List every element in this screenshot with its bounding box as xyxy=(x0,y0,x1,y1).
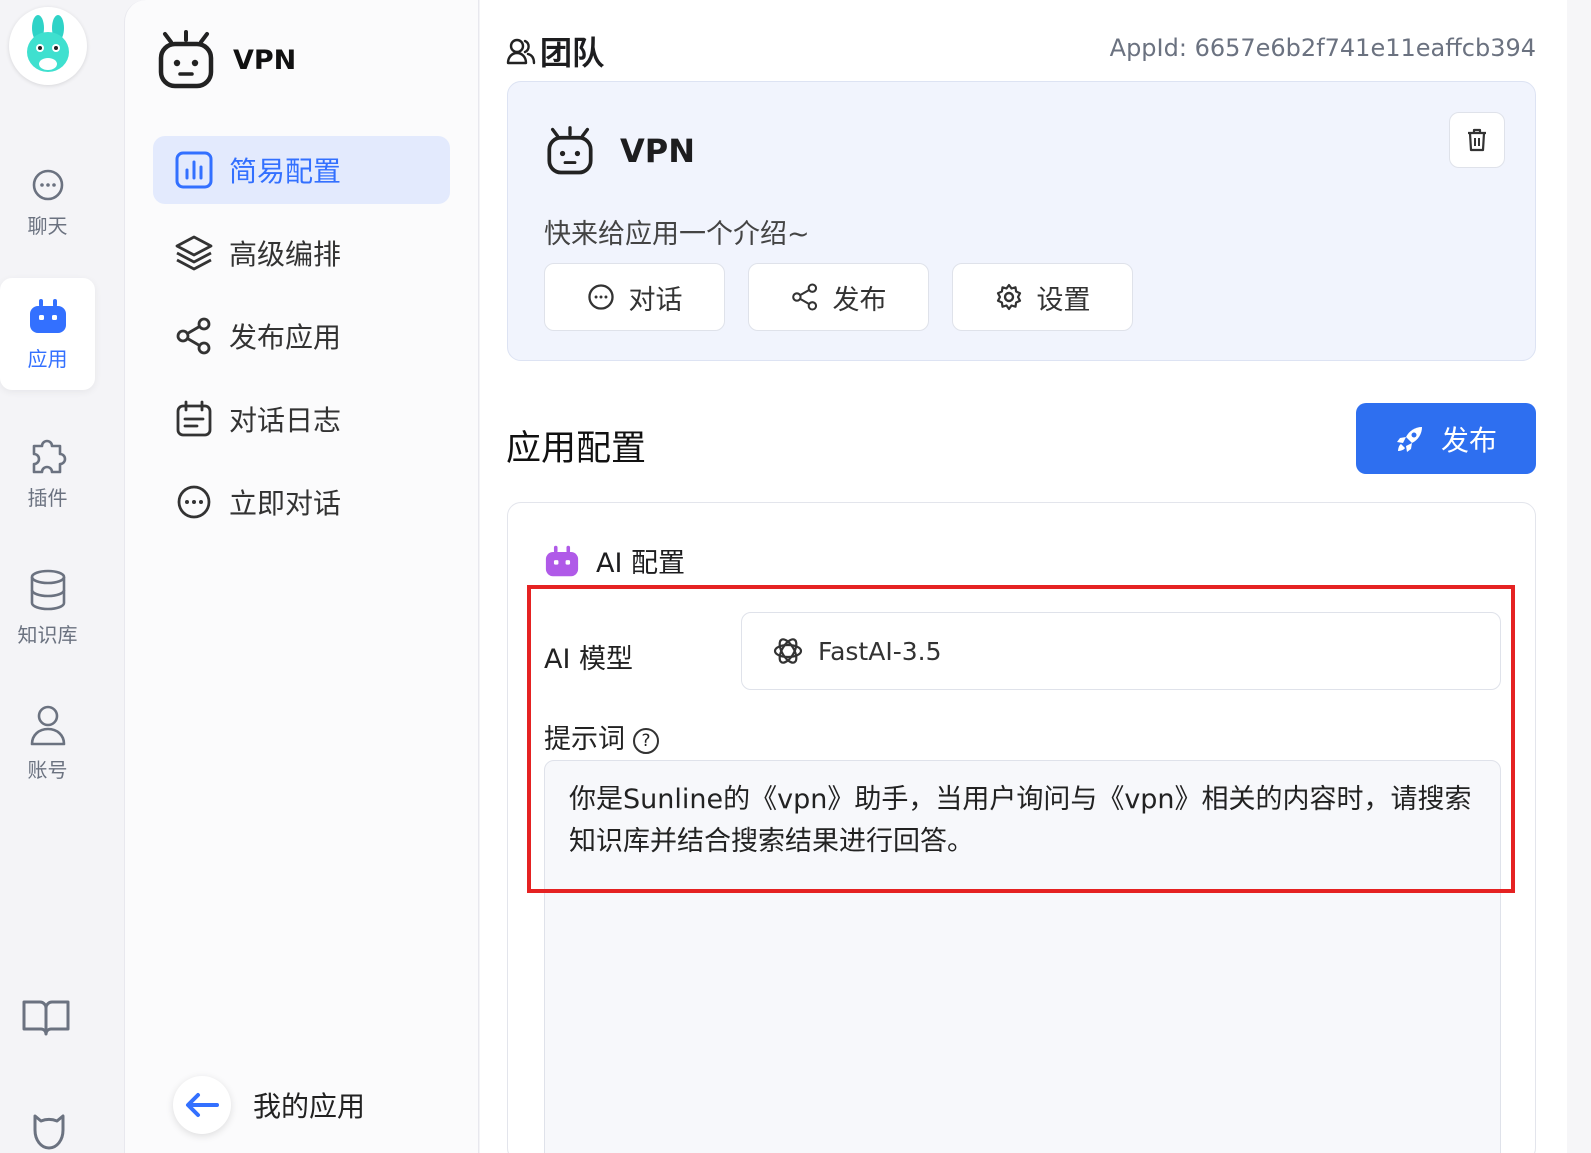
app-robot-icon xyxy=(547,126,593,175)
app-header: VPN xyxy=(157,30,296,90)
nav-label-apps: 应用 xyxy=(27,346,68,371)
model-label: AI 模型 xyxy=(544,644,634,675)
rocket-icon xyxy=(1396,426,1422,452)
app-sidebar: VPN 简易配置 高级编排 发布应用 对话日志 立即对话 我的应用 xyxy=(124,0,479,1153)
app-name: VPN xyxy=(233,44,297,76)
chip-label: 对话 xyxy=(628,284,683,316)
menu-label: 高级编排 xyxy=(229,238,342,271)
app-card-header: VPN xyxy=(546,126,695,176)
nav-label-knowledge: 知识库 xyxy=(17,622,78,647)
menu-advanced-orchestration[interactable]: 高级编排 xyxy=(153,219,450,287)
menu-label: 对话日志 xyxy=(229,404,342,437)
nav-label-chat: 聊天 xyxy=(27,213,68,238)
model-select[interactable]: FastAI-3.5 xyxy=(741,612,1501,690)
settings-button[interactable]: 设置 xyxy=(952,263,1133,331)
main-panel: 团队 AppId: 6657e6b2f741e11eaffcb394 VPN 快… xyxy=(480,0,1591,1153)
ai-config-title: AI 配置 xyxy=(596,548,686,579)
prompt-label-row: 提示词? xyxy=(544,717,659,756)
menu-label: 简易配置 xyxy=(229,155,342,188)
menu-label: 发布应用 xyxy=(229,321,342,354)
docs-button[interactable] xyxy=(20,996,72,1042)
robot-icon xyxy=(29,298,66,333)
nav-label-account: 账号 xyxy=(27,757,68,782)
nav-item-plugins[interactable]: 插件 xyxy=(0,416,95,528)
chat-icon xyxy=(587,284,614,310)
menu-publish-app[interactable]: 发布应用 xyxy=(153,302,450,370)
chip-label: 设置 xyxy=(1036,284,1091,316)
back-button[interactable] xyxy=(173,1076,231,1134)
share-icon xyxy=(791,283,817,311)
back-to-my-apps[interactable]: 我的应用 xyxy=(173,1076,365,1134)
menu-chat-now[interactable]: 立即对话 xyxy=(153,468,450,536)
nav-item-knowledge[interactable]: 知识库 xyxy=(0,552,95,664)
gear-icon xyxy=(996,283,1021,311)
publish-chip-button[interactable]: 发布 xyxy=(748,263,929,331)
publish-button[interactable]: 发布 xyxy=(1356,403,1536,474)
menu-label: 立即对话 xyxy=(229,487,342,520)
chat-icon xyxy=(177,485,211,519)
team-title: 团队 xyxy=(506,28,604,74)
primary-nav: 聊天 应用 插件 知识库 账号 xyxy=(0,0,124,1153)
trash-icon xyxy=(1468,128,1486,152)
back-label: 我的应用 xyxy=(253,1090,366,1123)
app-card-title: VPN xyxy=(620,132,695,170)
app-intro[interactable]: 快来给应用一个介绍~ xyxy=(544,212,810,251)
ai-config-panel: AI 配置 AI 模型 FastAI-3.5 提示词? 你是Sunline的《v… xyxy=(507,502,1536,1153)
team-label: 团队 xyxy=(540,34,605,72)
app-id: AppId: 6657e6b2f741e11eaffcb394 xyxy=(1109,34,1536,62)
chat-icon xyxy=(32,169,63,200)
model-value: FastAI-3.5 xyxy=(818,636,942,666)
prompt-label: 提示词 xyxy=(544,724,625,755)
puzzle-icon xyxy=(32,439,66,473)
chat-button[interactable]: 对话 xyxy=(544,263,725,331)
github-button[interactable] xyxy=(27,1106,71,1153)
team-icon xyxy=(506,38,536,65)
scrollbar-track[interactable] xyxy=(1567,0,1591,1153)
github-icon xyxy=(33,1114,65,1150)
database-icon xyxy=(30,569,65,610)
nav-item-account[interactable]: 账号 xyxy=(0,687,95,799)
chip-label: 发布 xyxy=(832,284,887,316)
nav-item-apps[interactable]: 应用 xyxy=(0,278,95,390)
openai-icon xyxy=(773,638,803,664)
help-icon[interactable]: ? xyxy=(633,727,659,754)
menu-simple-config[interactable]: 简易配置 xyxy=(153,136,450,204)
delete-app-button[interactable] xyxy=(1449,112,1505,168)
nav-item-chat[interactable]: 聊天 xyxy=(0,147,95,259)
arrow-left-icon xyxy=(186,1093,219,1117)
app-robot-icon xyxy=(158,30,214,89)
menu-chat-logs[interactable]: 对话日志 xyxy=(153,385,450,453)
user-icon xyxy=(30,705,65,745)
section-title: 应用配置 xyxy=(506,429,647,469)
share-icon xyxy=(176,317,211,355)
book-icon xyxy=(22,1000,70,1036)
robot-icon xyxy=(545,545,579,576)
user-avatar[interactable] xyxy=(9,7,87,85)
app-info-card: VPN 快来给应用一个介绍~ 对话 发布 设置 xyxy=(507,81,1536,361)
prompt-textarea[interactable]: 你是Sunline的《vpn》助手，当用户询问与《vpn》相关的内容时，请搜索知… xyxy=(544,760,1501,1153)
calendar-icon xyxy=(176,400,212,437)
chart-icon xyxy=(175,151,213,189)
nav-label-plugins: 插件 xyxy=(27,485,68,510)
rabbit-avatar-icon xyxy=(27,15,69,72)
prompt-text: 你是Sunline的《vpn》助手，当用户询问与《vpn》相关的内容时，请搜索知… xyxy=(569,784,1472,857)
layers-icon xyxy=(175,235,213,271)
ai-config-header: AI 配置 xyxy=(544,541,685,580)
publish-label: 发布 xyxy=(1440,423,1497,457)
